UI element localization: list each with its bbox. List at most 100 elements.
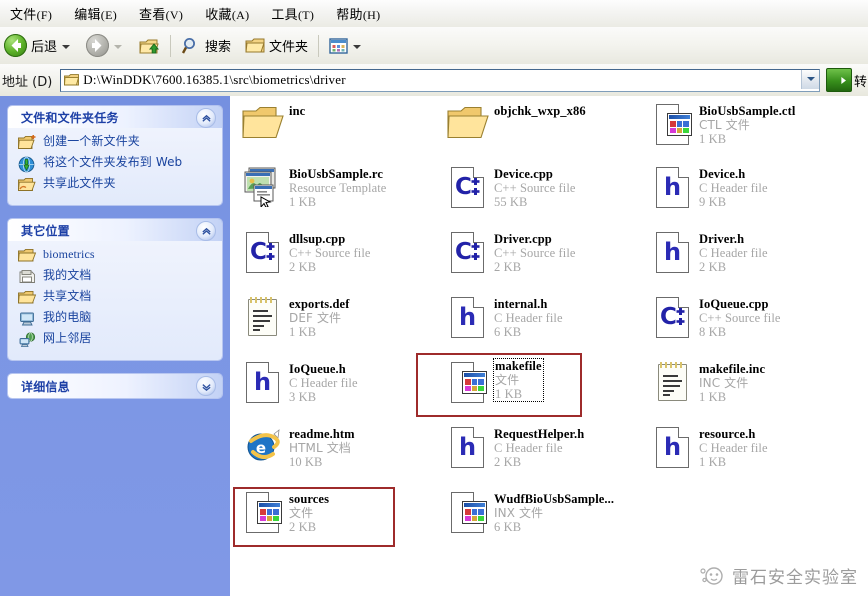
file-item[interactable]: inc (240, 101, 305, 146)
file-item-text: resource.h C Header file 1 KB (699, 424, 768, 469)
file-item[interactable]: C dllsup.cpp C++ Source file 2 KB (240, 229, 371, 274)
file-type: C++ Source file (494, 181, 576, 195)
back-dropdown-icon[interactable] (62, 44, 71, 49)
file-item-text: Device.cpp C++ Source file 55 KB (494, 164, 576, 209)
cpp-plus-glyph (471, 177, 480, 197)
sidebar-item-network-places-label: 网上邻居 (43, 331, 92, 345)
cpp-glyph: C (455, 239, 472, 265)
details-panel-title: 详细信息 (21, 379, 70, 394)
sidebar-item-new-folder[interactable]: 创建一个新文件夹 (18, 134, 214, 152)
up-button[interactable] (134, 31, 164, 61)
sidebar-item-new-folder-label: 创建一个新文件夹 (43, 134, 140, 148)
file-item[interactable]: h IoQueue.h C Header file 3 KB (240, 359, 358, 404)
forward-dropdown-icon[interactable] (114, 44, 123, 49)
sidebar-item-my-computer-label: 我的电脑 (43, 310, 92, 324)
cpp-icon: C (445, 229, 490, 274)
chevron-up-icon (201, 114, 211, 122)
file-item[interactable]: objchk_wxp_x86 (445, 101, 586, 146)
sidebar-item-shared-documents-label: 共享文档 (43, 289, 92, 303)
watermark: 雷石安全实验室 (699, 563, 858, 588)
sidebar-item-shared-documents[interactable]: 共享文档 (18, 289, 214, 307)
file-name: Device.cpp (494, 167, 553, 181)
views-dropdown-icon[interactable] (353, 44, 362, 49)
cpp-file-icon: C (451, 167, 484, 208)
h-glyph: h (458, 433, 477, 461)
new-folder-icon (18, 135, 37, 152)
sidebar-item-my-documents[interactable]: 我的文档 (18, 268, 214, 286)
file-type: C Header file (289, 376, 358, 390)
folders-icon (245, 37, 265, 55)
details-panel-header[interactable]: 详细信息 (8, 374, 222, 398)
file-item-text: dllsup.cpp C++ Source file 2 KB (289, 229, 371, 274)
menu-item-view[interactable]: 查看(V) (131, 2, 191, 25)
internet-explorer-icon: e (244, 428, 281, 465)
views-button[interactable] (325, 31, 369, 61)
other-places-title: 其它位置 (21, 223, 70, 238)
menu-item-view-key: (V) (165, 8, 184, 22)
file-item[interactable]: C IoQueue.cpp C++ Source file 8 KB (650, 294, 781, 339)
file-name: makefile.inc (699, 362, 766, 376)
file-name: Driver.cpp (494, 232, 552, 246)
h-icon: h (650, 229, 695, 274)
toolbar: 后退 搜索 文件夹 (0, 27, 868, 65)
window-titlebar (464, 503, 485, 507)
file-item[interactable]: C Device.cpp C++ Source file 55 KB (445, 164, 576, 209)
h-icon: h (240, 359, 285, 404)
cpp-file-icon: C (656, 297, 689, 338)
file-item[interactable]: WudfBioUsbSample... INX 文件 6 KB (445, 489, 614, 534)
other-places-collapse-button[interactable] (196, 221, 216, 241)
sidebar-item-publish-web[interactable]: 将这个文件夹发布到 Web (18, 155, 214, 173)
sidebar-item-publish-web-label: 将这个文件夹发布到 Web (43, 155, 183, 169)
go-button[interactable] (826, 68, 852, 92)
file-item[interactable]: makefile.inc INC 文件 1 KB (650, 359, 765, 404)
menu-item-help[interactable]: 帮助(H) (328, 2, 388, 25)
file-item[interactable]: h Driver.h C Header file 2 KB (650, 229, 768, 274)
sidebar-item-biometrics[interactable]: biometrics (18, 247, 214, 265)
cpp-glyph: C (455, 174, 472, 200)
file-item[interactable]: BioUsbSample.rc Resource Template 1 KB (240, 164, 386, 209)
back-button[interactable]: 后退 (0, 31, 78, 61)
share-folder-icon (18, 177, 37, 194)
menu-item-view-label: 查看 (139, 8, 166, 23)
publish-web-icon (18, 156, 37, 173)
file-item[interactable]: h RequestHelper.h C Header file 2 KB (445, 424, 584, 469)
file-tasks-header[interactable]: 文件和文件夹任务 (8, 106, 222, 128)
window-grid (670, 121, 689, 133)
details-panel-expand-button[interactable] (196, 376, 216, 396)
h-icon: h (650, 424, 695, 469)
file-name: BioUsbSample.ctl (699, 104, 796, 118)
window-thumbnail-icon (462, 501, 487, 524)
file-item[interactable]: BioUsbSample.ctl CTL 文件 1 KB (650, 101, 795, 146)
menu-item-edit[interactable]: 编辑(E) (66, 2, 125, 25)
folder-icon (242, 106, 284, 140)
sidebar-item-share-folder[interactable]: 共享此文件夹 (18, 176, 214, 194)
menu-item-favorites[interactable]: 收藏(A) (197, 2, 257, 25)
file-item-text: exports.def DEF 文件 1 KB (289, 294, 349, 339)
h-file-icon: h (656, 427, 689, 468)
file-item[interactable]: C Driver.cpp C++ Source file 2 KB (445, 229, 576, 274)
file-item[interactable]: h resource.h C Header file 1 KB (650, 424, 768, 469)
address-dropdown-button[interactable] (801, 69, 819, 89)
search-icon (181, 36, 201, 56)
sidebar-item-network-places[interactable]: 网上邻居 (18, 331, 214, 349)
file-item[interactable]: h internal.h C Header file 6 KB (445, 294, 563, 339)
menu-item-file-label: 文件 (10, 8, 37, 23)
explorer-window: 文件(F) 编辑(E) 查看(V) 收藏(A) 工具(T) 帮助(H) 后退 搜… (0, 0, 868, 596)
address-label: 地址 (D) (2, 74, 53, 90)
file-item[interactable]: exports.def DEF 文件 1 KB (240, 294, 349, 339)
folders-button[interactable]: 文件夹 (241, 31, 312, 61)
file-item[interactable]: h Device.h C Header file 9 KB (650, 164, 768, 209)
menu-item-file[interactable]: 文件(F) (2, 2, 60, 25)
file-tasks-collapse-button[interactable] (196, 108, 216, 128)
resource-template-icon (242, 167, 283, 209)
sidebar-item-biometrics-label: biometrics (43, 247, 95, 261)
address-input[interactable]: D:\WinDDK\7600.16385.1\src\biometrics\dr… (60, 68, 820, 92)
file-item[interactable]: e readme.htm HTML 文档 10 KB (240, 424, 355, 469)
sidebar-item-my-computer[interactable]: 我的电脑 (18, 310, 214, 328)
other-places-header[interactable]: 其它位置 (8, 219, 222, 241)
menu-item-tools[interactable]: 工具(T) (263, 2, 322, 25)
forward-button[interactable] (82, 31, 130, 61)
search-button[interactable]: 搜索 (177, 31, 235, 61)
forward-icon (86, 34, 110, 57)
window-file-icon (445, 489, 490, 534)
